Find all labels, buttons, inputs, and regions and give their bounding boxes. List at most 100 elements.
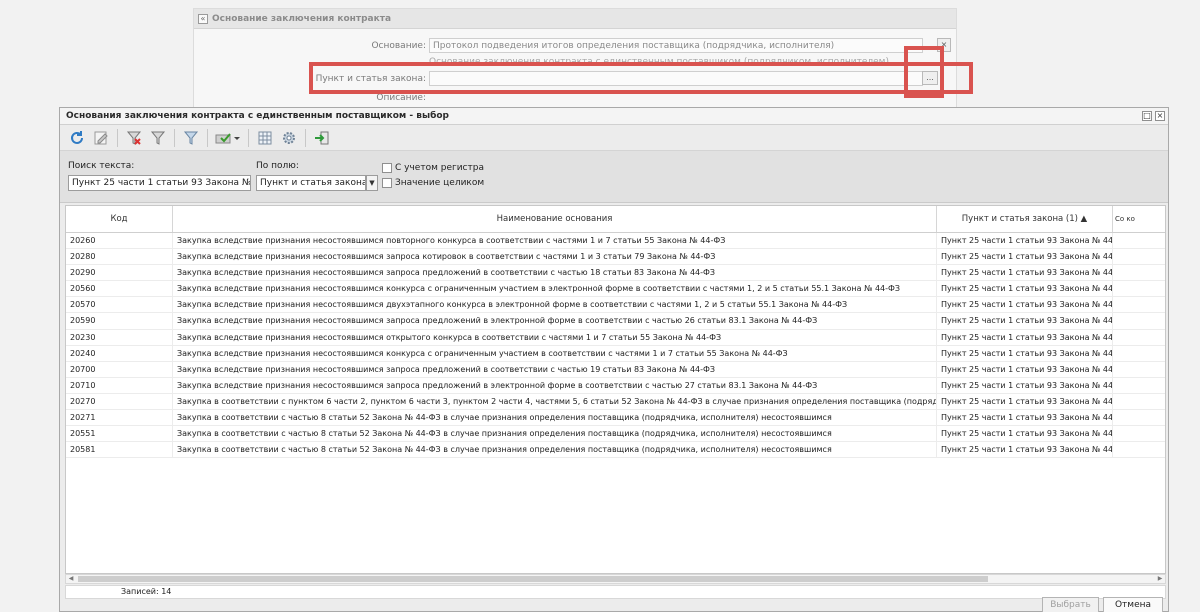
grid-body: 20260 Закупка вследствие признания несост…	[66, 233, 1165, 459]
select-button[interactable]: Выбрать	[1042, 597, 1099, 612]
table-row[interactable]: 20551 Закупка в соответствии с частью 8 с…	[66, 426, 1165, 443]
table-row[interactable]: 20560 Закупка вследствие признания несост…	[66, 281, 1165, 298]
close-icon[interactable]: ×	[1155, 111, 1165, 121]
search-input[interactable]: Пункт 25 части 1 статьи 93 Закона № 44-	[68, 175, 251, 191]
grid-header: Код Наименование основания Пункт и стать…	[66, 206, 1165, 233]
table-row[interactable]: 20240 Закупка вследствие признания несост…	[66, 345, 1165, 362]
table-row[interactable]: 20581 Закупка в соответствии с частью 8 с…	[66, 442, 1165, 459]
cell-name: Закупка вследствие признания несостоявши…	[173, 281, 937, 297]
law-label: Пункт и статья закона:	[315, 74, 426, 84]
cell-law: Пункт 25 части 1 статьи 93 Закона № 44-Ф…	[937, 393, 1113, 410]
table-row[interactable]: 20271 Закупка в соответствии с частью 8 с…	[66, 410, 1165, 427]
basis-clear-button[interactable]: ×	[937, 38, 951, 52]
law-field[interactable]	[429, 71, 923, 86]
section-title: Основание заключения контракта	[212, 13, 392, 24]
column-header-code[interactable]: Код	[66, 206, 173, 232]
cell-extra	[1113, 233, 1165, 248]
field-select[interactable]: Пункт и статья закона	[256, 175, 366, 191]
checkbox-box[interactable]	[382, 163, 392, 173]
cell-law: Пункт 25 части 1 статьи 93 Закона № 44-Ф…	[937, 442, 1113, 458]
cell-name: Закупка вследствие признания несостоявши…	[173, 233, 937, 249]
table-row[interactable]: 20260 Закупка вследствие признания несост…	[66, 233, 1165, 250]
basis-field[interactable]: Протокол подведения итогов определения п…	[429, 38, 923, 53]
cell-code: 20551	[66, 426, 173, 442]
cell-code: 20230	[66, 329, 173, 345]
maximize-icon[interactable]: □	[1142, 111, 1152, 121]
selection-dialog: Основания заключения контракта с единств…	[59, 107, 1169, 612]
scrollbar-thumb[interactable]	[78, 576, 988, 582]
cell-law: Пункт 25 части 1 статьи 93 Закона № 44-Ф…	[937, 233, 1113, 249]
cell-law: Пункт 25 части 1 статьи 93 Закона № 44-Ф…	[937, 313, 1113, 329]
search-label: Поиск текста:	[68, 161, 135, 171]
cell-code: 20260	[66, 233, 173, 249]
table-row[interactable]: 20570 Закупка вследствие признания несост…	[66, 297, 1165, 314]
table-row[interactable]: 20280 Закупка вследствие признания несост…	[66, 249, 1165, 266]
cell-law: Пункт 25 части 1 статьи 93 Закона № 44-Ф…	[937, 265, 1113, 281]
exit-icon[interactable]	[311, 128, 333, 148]
edit-icon[interactable]	[90, 128, 112, 148]
section-header[interactable]: « Основание заключения контракта	[194, 9, 956, 29]
chevron-down-icon[interactable]: ▼	[366, 175, 378, 191]
column-header-extra[interactable]: Со ко	[1113, 206, 1165, 232]
table-row[interactable]: 20590 Закупка вследствие признания несост…	[66, 313, 1165, 330]
cell-code: 20570	[66, 297, 173, 313]
cell-law: Пункт 25 части 1 статьи 93 Закона № 44-Ф…	[937, 426, 1113, 442]
filter-icon[interactable]	[147, 128, 169, 148]
cancel-button[interactable]: Отмена	[1103, 597, 1163, 612]
cell-extra	[1113, 297, 1165, 312]
cell-extra	[1113, 313, 1165, 328]
cell-code: 20240	[66, 345, 173, 361]
cell-extra	[1113, 346, 1165, 361]
table-row[interactable]: 20290 Закупка вследствие признания несост…	[66, 265, 1165, 282]
table-row[interactable]: 20710 Закупка вследствие признания несост…	[66, 377, 1165, 394]
search-panel: Поиск текста: Пункт 25 части 1 статьи 93…	[60, 151, 1168, 203]
cell-extra	[1113, 442, 1165, 457]
cell-extra	[1113, 394, 1165, 409]
cell-name: Закупка вследствие признания несостоявши…	[173, 265, 937, 281]
export-icon[interactable]	[254, 128, 276, 148]
cell-name: Закупка вследствие признания несостоявши…	[173, 313, 937, 329]
description-label: Описание:	[376, 93, 426, 103]
results-grid: Код Наименование основания Пункт и стать…	[65, 205, 1166, 574]
cell-code: 20581	[66, 442, 173, 458]
dialog-titlebar[interactable]: Основания заключения контракта с единств…	[60, 108, 1168, 125]
cell-name: Закупка вследствие признания несостоявши…	[173, 361, 937, 377]
cell-name: Закупка вследствие признания несостоявши…	[173, 297, 937, 313]
case-checkbox-label: С учетом регистра	[395, 163, 484, 173]
cell-code: 20270	[66, 393, 173, 410]
cell-law: Пункт 25 части 1 статьи 93 Закона № 44-Ф…	[937, 249, 1113, 265]
cell-code: 20290	[66, 265, 173, 281]
dialog-title: Основания заключения контракта с единств…	[66, 111, 449, 121]
checkbox-box[interactable]	[382, 178, 392, 188]
table-row[interactable]: 20270 Закупка в соответствии с пунктом 6 …	[66, 393, 1165, 411]
clear-filter-icon[interactable]	[123, 128, 145, 148]
whole-value-checkbox[interactable]: Значение целиком	[382, 178, 484, 188]
approve-icon[interactable]	[213, 128, 243, 148]
cell-law: Пункт 25 части 1 статьи 93 Закона № 44-Ф…	[937, 345, 1113, 361]
settings-icon[interactable]	[278, 128, 300, 148]
scroll-right-icon[interactable]: ▶	[1155, 575, 1165, 583]
table-row[interactable]: 20700 Закупка вследствие признания несост…	[66, 361, 1165, 378]
horizontal-scrollbar[interactable]: ◀ ▶	[65, 574, 1166, 584]
cell-name: Закупка в соответствии с частью 8 статьи…	[173, 426, 937, 442]
basis-ghost-text: Основание заключения контракта с единств…	[429, 57, 889, 64]
case-checkbox[interactable]: С учетом регистра	[382, 163, 484, 173]
column-header-name[interactable]: Наименование основания	[173, 206, 937, 232]
funnel-icon[interactable]	[180, 128, 202, 148]
toolbar	[60, 125, 1168, 151]
law-browse-button[interactable]: ...	[922, 71, 938, 85]
cell-law: Пункт 25 части 1 статьи 93 Закона № 44-Ф…	[937, 361, 1113, 377]
collapse-icon[interactable]: «	[198, 13, 208, 24]
column-header-law[interactable]: Пункт и статья закона (1) ▲	[937, 206, 1113, 232]
table-row[interactable]: 20230 Закупка вследствие признания несост…	[66, 329, 1165, 346]
cell-extra	[1113, 378, 1165, 393]
refresh-icon[interactable]	[66, 128, 88, 148]
cell-name: Закупка в соответствии с частью 8 статьи…	[173, 410, 937, 426]
cell-name: Закупка вследствие признания несостоявши…	[173, 329, 937, 345]
cell-extra	[1113, 249, 1165, 264]
cell-name: Закупка вследствие признания несостоявши…	[173, 249, 937, 265]
whole-value-checkbox-label: Значение целиком	[395, 178, 485, 188]
scroll-left-icon[interactable]: ◀	[66, 575, 76, 583]
cell-code: 20280	[66, 249, 173, 265]
cell-law: Пункт 25 части 1 статьи 93 Закона № 44-Ф…	[937, 377, 1113, 393]
